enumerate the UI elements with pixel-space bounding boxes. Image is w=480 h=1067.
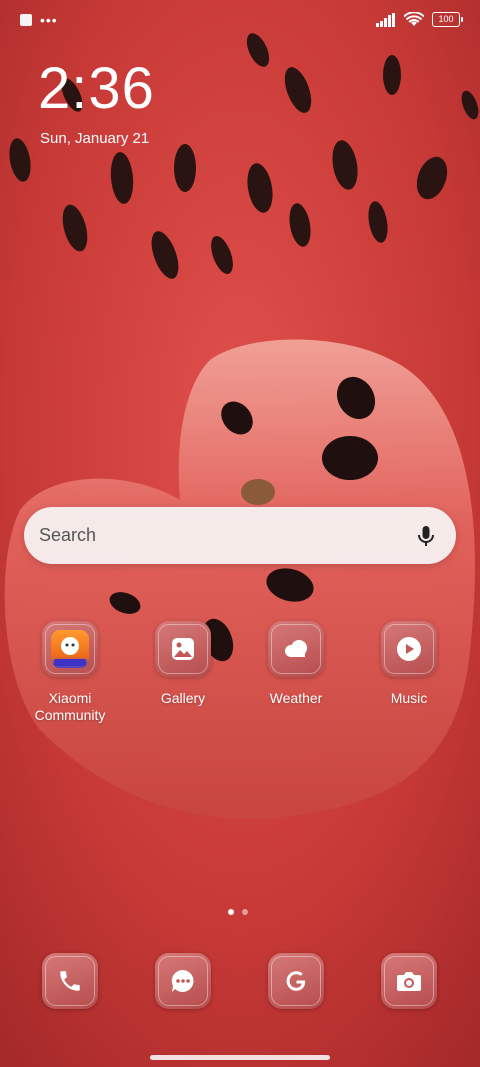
app-music[interactable]: Music (354, 621, 464, 707)
page-dot[interactable] (242, 909, 248, 915)
clock-date[interactable]: Sun, January 21 (40, 130, 149, 147)
notification-icon (20, 14, 32, 26)
status-bar: ••• 100 (0, 0, 480, 44)
phone-icon[interactable] (42, 953, 98, 1009)
app-xiaomi-community[interactable]: Xiaomi Community (15, 621, 125, 724)
weather-icon[interactable] (268, 621, 324, 677)
app-label: Weather (269, 690, 323, 706)
messages-icon[interactable] (155, 953, 211, 1009)
battery-icon: 100 (432, 12, 463, 27)
app-weather[interactable]: Weather (241, 621, 351, 707)
camera-icon[interactable] (381, 953, 437, 1009)
app-label: Gallery (160, 690, 206, 706)
wifi-icon (404, 12, 424, 26)
home-indicator[interactable] (150, 1055, 330, 1060)
search-bar[interactable]: Search (24, 507, 456, 564)
search-placeholder[interactable]: Search (39, 525, 414, 546)
page-dot-active[interactable] (228, 909, 234, 915)
app-label: Music (390, 690, 428, 706)
signal-icon (376, 12, 395, 27)
page-indicator[interactable] (228, 909, 248, 915)
google-icon[interactable] (268, 953, 324, 1009)
clock-time[interactable]: 2:36 (38, 54, 155, 124)
music-icon[interactable] (381, 621, 437, 677)
more-notifications-icon: ••• (40, 12, 58, 28)
app-gallery[interactable]: Gallery (128, 621, 238, 707)
xiaomi-community-icon[interactable] (42, 621, 98, 677)
microphone-icon[interactable] (414, 524, 438, 548)
gallery-icon[interactable] (155, 621, 211, 677)
app-label: Xiaomi Community (34, 690, 106, 723)
